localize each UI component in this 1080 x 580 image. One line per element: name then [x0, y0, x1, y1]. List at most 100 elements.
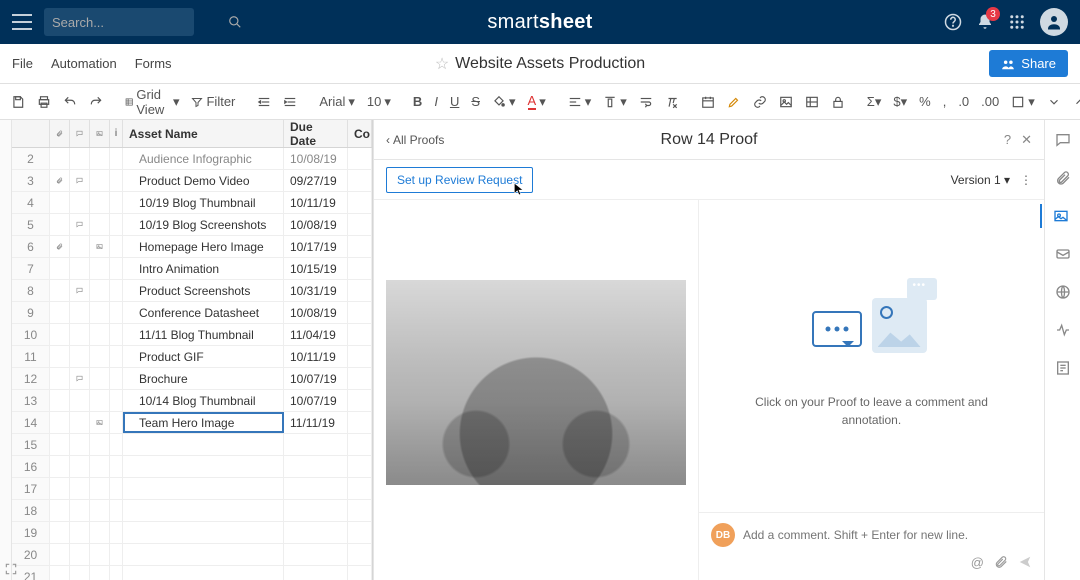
table-row[interactable]: 14Team Hero Image11/11/19 — [12, 412, 372, 434]
asset-name-cell[interactable] — [123, 456, 284, 477]
due-date-cell[interactable] — [284, 566, 348, 580]
datetime-icon[interactable] — [696, 91, 720, 113]
comment-cell[interactable] — [70, 390, 90, 411]
attach-cell[interactable] — [50, 390, 70, 411]
mention-icon[interactable]: @ — [971, 555, 984, 570]
due-date-cell[interactable] — [284, 544, 348, 565]
save-icon[interactable] — [6, 91, 30, 113]
search-box[interactable] — [44, 8, 194, 36]
attach-cell[interactable] — [50, 170, 70, 191]
asset-name-cell[interactable]: Conference Datasheet — [123, 302, 284, 323]
redo-icon[interactable] — [84, 91, 108, 113]
comment-input[interactable] — [743, 528, 1032, 542]
proof-cell[interactable] — [90, 148, 110, 169]
attach-cell[interactable] — [50, 456, 70, 477]
asset-name-cell[interactable]: Product GIF — [123, 346, 284, 367]
table-row[interactable]: 9Conference Datasheet10/08/19 — [12, 302, 372, 324]
comment-cell[interactable] — [70, 500, 90, 521]
fullscreen-icon[interactable] — [4, 562, 18, 576]
strike-icon[interactable]: S — [466, 90, 485, 113]
proof-cell[interactable] — [90, 390, 110, 411]
italic-icon[interactable]: I — [429, 90, 443, 113]
rail-update-icon[interactable] — [1051, 242, 1075, 266]
textcolor-icon[interactable]: A▾ — [523, 89, 551, 114]
attach-cell[interactable] — [50, 544, 70, 565]
attach-cell[interactable] — [50, 214, 70, 235]
attach-cell[interactable] — [50, 434, 70, 455]
asset-name-cell[interactable] — [123, 544, 284, 565]
due-date-cell[interactable]: 10/11/19 — [284, 192, 348, 213]
gridview-button[interactable]: Grid View▾ — [120, 83, 184, 121]
asset-name-cell[interactable]: 10/19 Blog Screenshots — [123, 214, 284, 235]
filter-button[interactable]: Filter — [186, 90, 240, 113]
column-due-date[interactable]: Due Date — [284, 120, 348, 147]
table-row[interactable]: 510/19 Blog Screenshots10/08/19 — [12, 214, 372, 236]
comment-cell[interactable] — [70, 280, 90, 301]
table-row[interactable]: 3Product Demo Video09/27/19 — [12, 170, 372, 192]
attach-cell[interactable] — [50, 478, 70, 499]
percent-icon[interactable]: % — [914, 90, 936, 113]
table-row[interactable]: 7Intro Animation10/15/19 — [12, 258, 372, 280]
table-row[interactable]: 12Brochure10/07/19 — [12, 368, 372, 390]
asset-name-cell[interactable]: 10/19 Blog Thumbnail — [123, 192, 284, 213]
due-date-cell[interactable] — [284, 522, 348, 543]
help-icon[interactable] — [944, 13, 962, 31]
dec-increase-icon[interactable]: .00 — [976, 90, 1004, 113]
outdent-icon[interactable] — [252, 91, 276, 113]
menu-automation[interactable]: Automation — [51, 56, 117, 71]
asset-name-cell[interactable]: Team Hero Image — [123, 412, 284, 433]
attach-cell[interactable] — [50, 302, 70, 323]
attach-cell[interactable] — [50, 368, 70, 389]
table-row[interactable]: 18 — [12, 500, 372, 522]
asset-name-cell[interactable] — [123, 434, 284, 455]
proof-image-area[interactable] — [374, 200, 699, 580]
comment-cell[interactable] — [70, 522, 90, 543]
apps-icon[interactable] — [1008, 13, 1026, 31]
due-date-cell[interactable]: 10/08/19 — [284, 148, 348, 169]
comment-cell[interactable] — [70, 214, 90, 235]
proof-cell[interactable] — [90, 302, 110, 323]
due-date-cell[interactable] — [284, 500, 348, 521]
table-row[interactable]: 1011/11 Blog Thumbnail11/04/19 — [12, 324, 372, 346]
table-row[interactable]: 16 — [12, 456, 372, 478]
menu-forms[interactable]: Forms — [135, 56, 172, 71]
borders-icon[interactable]: ▾ — [1006, 90, 1040, 114]
attach-cell[interactable] — [50, 346, 70, 367]
setup-review-button[interactable]: Set up Review Request — [386, 167, 533, 193]
thousands-icon[interactable]: , — [938, 90, 952, 113]
proof-cell[interactable] — [90, 522, 110, 543]
comment-cell[interactable] — [70, 434, 90, 455]
col-proof-icon[interactable] — [90, 120, 110, 147]
due-date-cell[interactable]: 09/27/19 — [284, 170, 348, 191]
rail-publish-icon[interactable] — [1051, 280, 1075, 304]
indent-icon[interactable] — [278, 91, 302, 113]
table-row[interactable]: 17 — [12, 478, 372, 500]
link-icon[interactable] — [748, 91, 772, 113]
proof-cell[interactable] — [90, 544, 110, 565]
col-info-icon[interactable]: i — [110, 120, 123, 147]
col-attachments-icon[interactable] — [50, 120, 70, 147]
image-icon[interactable] — [774, 91, 798, 113]
due-date-cell[interactable]: 11/04/19 — [284, 324, 348, 345]
col-comments-icon[interactable] — [70, 120, 90, 147]
proof-cell[interactable] — [90, 434, 110, 455]
more-icon[interactable] — [1042, 91, 1066, 113]
comment-cell[interactable] — [70, 544, 90, 565]
sum-icon[interactable]: Σ▾ — [862, 90, 887, 114]
comment-cell[interactable] — [70, 302, 90, 323]
rail-summary-icon[interactable] — [1051, 356, 1075, 380]
proof-cell[interactable] — [90, 192, 110, 213]
due-date-cell[interactable]: 10/07/19 — [284, 368, 348, 389]
proof-cell[interactable] — [90, 500, 110, 521]
table-row[interactable]: 11Product GIF10/11/19 — [12, 346, 372, 368]
table-row[interactable]: 15 — [12, 434, 372, 456]
comment-cell[interactable] — [70, 566, 90, 580]
proof-cell[interactable] — [90, 324, 110, 345]
due-date-cell[interactable] — [284, 434, 348, 455]
table-row[interactable]: 21 — [12, 566, 372, 580]
due-date-cell[interactable]: 10/07/19 — [284, 390, 348, 411]
column-asset-name[interactable]: Asset Name — [123, 120, 284, 147]
due-date-cell[interactable]: 10/15/19 — [284, 258, 348, 279]
comment-cell[interactable] — [70, 346, 90, 367]
asset-name-cell[interactable] — [123, 500, 284, 521]
